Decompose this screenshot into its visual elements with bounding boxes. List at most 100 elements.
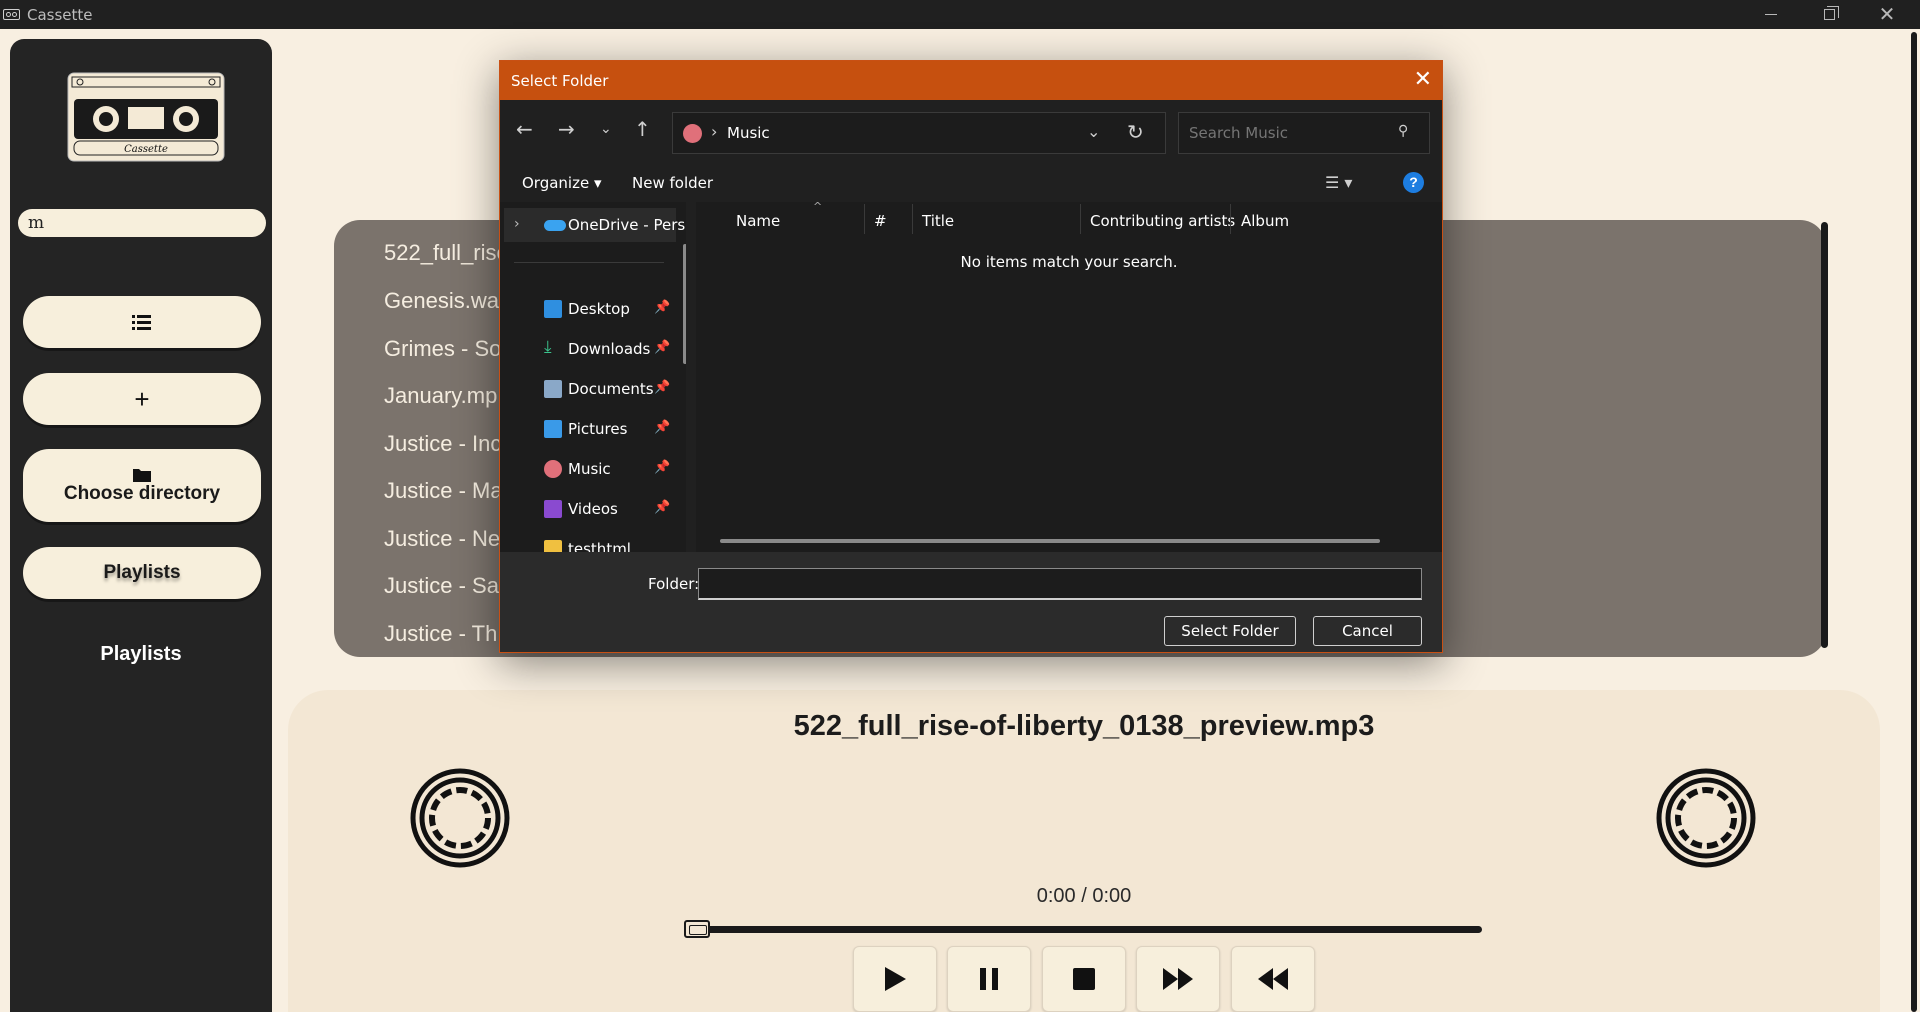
- stop-icon: [1073, 968, 1095, 990]
- recent-locations-chevron-icon[interactable]: ⌄: [600, 121, 612, 137]
- column-divider[interactable]: [864, 204, 865, 234]
- dialog-footer: Folder: Select Folder Cancel: [500, 552, 1442, 652]
- stop-button[interactable]: [1042, 946, 1126, 1012]
- song-list-scrollbar[interactable]: [1821, 222, 1828, 648]
- close-window-button[interactable]: ✕: [1858, 0, 1916, 29]
- nav-item-testhtml[interactable]: testhtml: [500, 534, 686, 552]
- file-list-scrollbar[interactable]: [720, 539, 1380, 543]
- dialog-search-input[interactable]: [1178, 112, 1430, 154]
- progress-track[interactable]: [690, 926, 1482, 933]
- column-header-album[interactable]: Album: [1241, 212, 1289, 230]
- svg-text:Cassette: Cassette: [124, 144, 168, 155]
- pictures-icon: [544, 420, 562, 438]
- list-icon: [132, 315, 151, 330]
- song-item[interactable]: 522_full_rise: [384, 240, 509, 266]
- nav-item-desktop[interactable]: Desktop 📌: [500, 294, 686, 324]
- cancel-button[interactable]: Cancel: [1313, 616, 1422, 646]
- now-playing-title: 522_full_rise-of-liberty_0138_preview.mp…: [793, 710, 1375, 742]
- desktop-icon: [544, 300, 562, 318]
- page-scrollbar[interactable]: [1911, 32, 1917, 1012]
- add-button[interactable]: +: [23, 373, 261, 425]
- dialog-title-bar: Select Folder ✕: [500, 61, 1442, 100]
- dialog-nav-bar: ← → ⌄ ↑ › Music ⌄ ↻ ⚲: [500, 100, 1442, 162]
- restore-button[interactable]: [1800, 0, 1858, 29]
- back-arrow-icon[interactable]: ←: [516, 117, 533, 141]
- pause-button[interactable]: [947, 946, 1031, 1012]
- up-arrow-icon[interactable]: ↑: [634, 117, 651, 141]
- search-icon[interactable]: ⚲: [1398, 123, 1408, 139]
- nav-item-onedrive[interactable]: › OneDrive - Perso: [504, 208, 686, 242]
- documents-icon: [544, 380, 562, 398]
- view-options-icon[interactable]: ☰ ▾: [1325, 173, 1352, 192]
- plus-icon: +: [134, 383, 150, 414]
- song-item[interactable]: Justice - Sa: [384, 573, 499, 599]
- address-bar[interactable]: › Music ⌄ ↻: [672, 112, 1166, 154]
- cassette-app-icon: [3, 9, 20, 20]
- organize-button[interactable]: Organize ▾: [522, 174, 602, 192]
- play-button[interactable]: [853, 946, 937, 1012]
- nav-pane-scrollbar[interactable]: [683, 244, 686, 364]
- new-folder-button[interactable]: New folder: [632, 174, 713, 192]
- pin-icon: 📌: [654, 300, 671, 315]
- music-folder-icon: [683, 124, 702, 143]
- song-item[interactable]: Grimes - So: [384, 336, 501, 362]
- choose-directory-label: Choose directory: [63, 482, 221, 504]
- column-divider[interactable]: [1230, 204, 1231, 234]
- search-input[interactable]: [18, 209, 266, 237]
- select-folder-button[interactable]: Select Folder: [1164, 616, 1296, 646]
- choose-directory-button[interactable]: Choose directory: [23, 449, 261, 522]
- download-arrow-icon: ⤓: [544, 337, 552, 357]
- fast-forward-button[interactable]: [1136, 946, 1220, 1012]
- pin-icon: 📌: [654, 380, 671, 395]
- folder-icon: [544, 540, 562, 552]
- nav-item-downloads[interactable]: ⤓ Downloads 📌: [500, 334, 686, 364]
- column-header-contributing-artists[interactable]: Contributing artists: [1090, 212, 1235, 230]
- minimize-icon: [1765, 14, 1777, 15]
- song-item[interactable]: Justice - Ne: [384, 526, 500, 552]
- dialog-close-icon[interactable]: ✕: [1414, 67, 1432, 92]
- forward-arrow-icon[interactable]: →: [558, 117, 575, 141]
- song-item[interactable]: Justice - Th: [384, 621, 497, 647]
- music-icon: [544, 460, 562, 478]
- pin-icon: 📌: [654, 500, 671, 515]
- pin-icon: 📌: [654, 340, 671, 355]
- restore-icon: [1823, 6, 1839, 20]
- nav-item-pictures[interactable]: Pictures 📌: [500, 414, 686, 444]
- pin-icon: 📌: [654, 460, 671, 475]
- breadcrumb-music[interactable]: Music: [727, 124, 770, 142]
- nav-item-label: testhtml: [568, 540, 631, 552]
- folder-label: Folder:: [648, 575, 700, 593]
- playlists-button-label: Playlists: [103, 562, 181, 583]
- column-header-title[interactable]: Title: [922, 212, 954, 230]
- nav-item-music[interactable]: Music 📌: [500, 454, 686, 484]
- song-item[interactable]: January.mp: [384, 383, 497, 409]
- rewind-button[interactable]: [1231, 946, 1315, 1012]
- list-view-button[interactable]: [23, 296, 261, 348]
- column-header-number[interactable]: #: [874, 212, 887, 230]
- time-display: 0:00 / 0:00: [1036, 885, 1132, 907]
- sort-ascending-icon: ^: [813, 200, 823, 213]
- song-item[interactable]: Justice - Ma: [384, 478, 503, 504]
- fast-forward-icon: [1163, 968, 1193, 990]
- organize-label: Organize: [522, 174, 590, 192]
- nav-item-videos[interactable]: Videos 📌: [500, 494, 686, 524]
- navigation-pane: › OneDrive - Perso Desktop 📌 ⤓ Downloads…: [500, 202, 686, 552]
- song-item[interactable]: Genesis.wa: [384, 288, 499, 314]
- breadcrumb-chevron-icon: ›: [711, 122, 718, 141]
- address-dropdown-icon[interactable]: ⌄: [1087, 122, 1100, 141]
- nav-item-label: Desktop: [568, 300, 630, 318]
- help-icon[interactable]: ?: [1403, 172, 1424, 193]
- folder-input[interactable]: [698, 568, 1422, 600]
- expand-chevron-icon[interactable]: ›: [514, 216, 520, 232]
- refresh-icon[interactable]: ↻: [1127, 120, 1144, 144]
- nav-item-documents[interactable]: Documents 📌: [500, 374, 686, 404]
- column-divider[interactable]: [912, 204, 913, 234]
- column-header-name[interactable]: Name: [736, 212, 780, 230]
- column-divider[interactable]: [1080, 204, 1081, 234]
- window-title: Cassette: [27, 6, 93, 24]
- file-list-pane: Name ^ # Title Contributing artists Albu…: [696, 200, 1442, 552]
- minimize-button[interactable]: [1742, 0, 1800, 29]
- song-item[interactable]: Justice - Inc: [384, 431, 501, 457]
- playlists-button[interactable]: Playlists: [23, 547, 261, 599]
- progress-thumb-cassette-icon[interactable]: [684, 920, 710, 938]
